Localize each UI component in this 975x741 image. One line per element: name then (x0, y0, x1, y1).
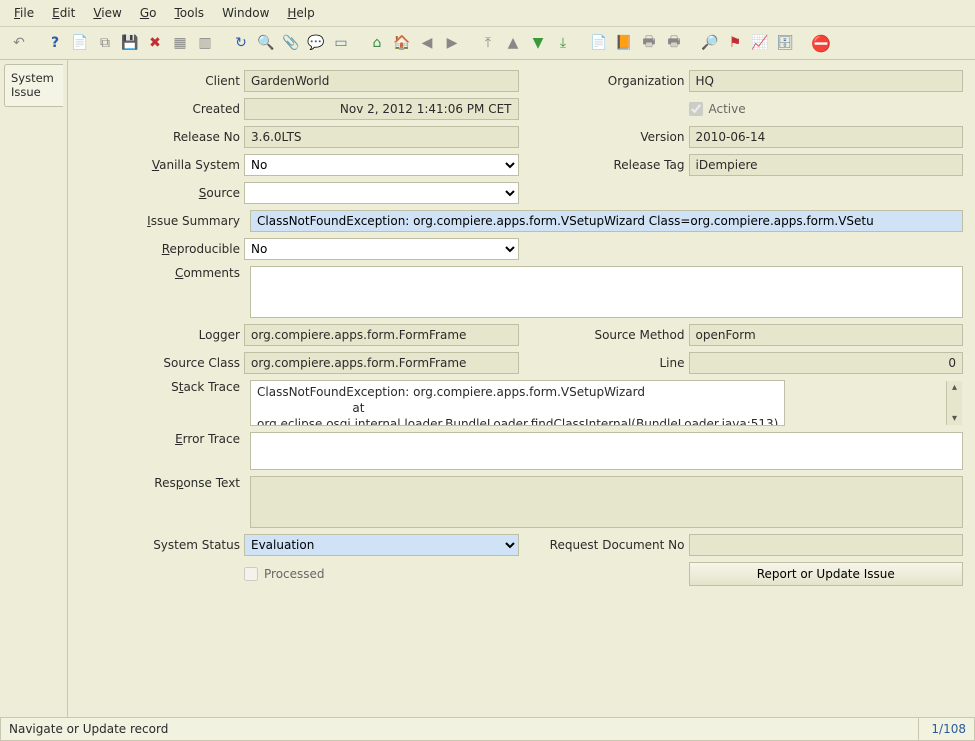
client-field: GardenWorld (244, 70, 519, 92)
label-release-no: Release No (80, 130, 244, 144)
created-field: Nov 2, 2012 1:41:06 PM CET (244, 98, 519, 120)
active-checkbox-input (689, 102, 703, 116)
label-reproducible: Reproducible (80, 242, 244, 256)
report2-icon[interactable]: 📙 (613, 32, 635, 54)
report-icon[interactable]: 📄 (588, 32, 610, 54)
new-icon[interactable]: 📄 (69, 32, 91, 54)
label-source: Source (80, 186, 244, 200)
grid-icon[interactable]: ▦ (169, 32, 191, 54)
label-client: Client (80, 74, 244, 88)
label-processed: Processed (264, 567, 325, 581)
issue-summary-field[interactable] (250, 210, 963, 232)
home-icon[interactable]: 🏠 (391, 32, 413, 54)
find-icon[interactable]: 🔍 (255, 32, 277, 54)
toolbar: ↶ ? 📄 ⧉ 💾 ✖ ▦ ▥ ↻ 🔍 📎 💬 ▭ ⌂ 🏠 ◀ ▶ ⤒ ▲ ▼ … (0, 27, 975, 60)
form-panel: Client GardenWorld Organization HQ Creat… (68, 60, 975, 717)
attach-icon[interactable]: 📎 (280, 32, 302, 54)
statusbar: Navigate or Update record 1/108 (0, 717, 975, 741)
release-tag-field: iDempiere (689, 154, 964, 176)
source-class-field: org.compiere.apps.form.FormFrame (244, 352, 519, 374)
label-stack-trace: Stack Trace (80, 380, 244, 394)
help-icon[interactable]: ? (44, 32, 66, 54)
processed-checkbox-input (244, 567, 258, 581)
source-select[interactable] (244, 182, 519, 204)
chart-icon[interactable]: 📈 (749, 32, 771, 54)
menubar: File Edit View Go Tools Window Help (0, 0, 975, 27)
forward-icon[interactable]: ▶ (441, 32, 463, 54)
workflow-icon[interactable]: ⚑ (724, 32, 746, 54)
logger-field: org.compiere.apps.form.FormFrame (244, 324, 519, 346)
down-icon[interactable]: ▼ (527, 32, 549, 54)
menu-go[interactable]: Go (132, 3, 165, 23)
menu-edit[interactable]: Edit (44, 3, 83, 23)
stack-trace-field[interactable]: ClassNotFoundException: org.compiere.app… (250, 380, 785, 426)
menu-file[interactable]: File (6, 3, 42, 23)
archive-icon[interactable]: 🗄 (774, 32, 796, 54)
label-system-status: System Status (80, 538, 244, 552)
stack-trace-scrollbar[interactable]: ▴▾ (946, 381, 962, 425)
label-issue-summary: Issue Summary (80, 214, 244, 228)
label-comments: Comments (80, 266, 244, 280)
zoom-icon[interactable]: 🔎 (699, 32, 721, 54)
menu-tools[interactable]: Tools (166, 3, 212, 23)
back-icon[interactable]: ◀ (416, 32, 438, 54)
label-created: Created (80, 102, 244, 116)
version-field: 2010-06-14 (689, 126, 964, 148)
undo-icon[interactable]: ↶ (8, 32, 30, 54)
history-icon[interactable]: ⌂ (366, 32, 388, 54)
print-icon[interactable]: 🖶 (638, 32, 660, 54)
status-message: Navigate or Update record (0, 718, 919, 741)
system-status-select[interactable]: Evaluation (244, 534, 519, 556)
label-line: Line (525, 356, 689, 370)
comments-textarea[interactable] (250, 266, 963, 318)
multi-icon[interactable]: ▭ (330, 32, 352, 54)
up-icon[interactable]: ▲ (502, 32, 524, 54)
active-checkbox: Active (689, 102, 746, 116)
request-doc-no-field (689, 534, 964, 556)
label-logger: Logger (80, 328, 244, 342)
label-vanilla-system: Vanilla System (80, 158, 244, 172)
tab-system-issue[interactable]: System Issue (4, 64, 63, 107)
scroll-up-icon[interactable]: ▴ (952, 382, 957, 393)
first-icon[interactable]: ⤒ (477, 32, 499, 54)
vanilla-system-select[interactable]: No (244, 154, 519, 176)
label-organization: Organization (525, 74, 689, 88)
label-release-tag: Release Tag (525, 158, 689, 172)
source-method-field: openForm (689, 324, 964, 346)
menu-help[interactable]: Help (279, 3, 322, 23)
menu-view[interactable]: View (85, 3, 129, 23)
organization-field: HQ (689, 70, 964, 92)
label-version: Version (525, 130, 689, 144)
error-trace-textarea[interactable] (250, 432, 963, 470)
label-active: Active (709, 102, 746, 116)
release-no-field: 3.6.0LTS (244, 126, 519, 148)
refresh-icon[interactable]: ↻ (230, 32, 252, 54)
label-response-text: Response Text (80, 476, 244, 490)
delete-icon[interactable]: ✖ (144, 32, 166, 54)
reproducible-select[interactable]: No (244, 238, 519, 260)
label-source-class: Source Class (80, 356, 244, 370)
report-or-update-button[interactable]: Report or Update Issue (689, 562, 964, 586)
scroll-down-icon[interactable]: ▾ (952, 413, 957, 424)
copy-icon[interactable]: ⧉ (94, 32, 116, 54)
status-position: 1/108 (919, 718, 975, 741)
content-area: System Issue Client GardenWorld Organiza… (0, 60, 975, 717)
menu-window[interactable]: Window (214, 3, 277, 23)
gridmulti-icon[interactable]: ▥ (194, 32, 216, 54)
cancel-icon[interactable]: ⛔ (810, 32, 832, 54)
label-request-doc-no: Request Document No (525, 538, 689, 552)
tabstrip: System Issue (0, 60, 68, 717)
label-error-trace: Error Trace (80, 432, 244, 446)
save-icon[interactable]: 💾 (119, 32, 141, 54)
last-icon[interactable]: ⤓ (552, 32, 574, 54)
chat-icon[interactable]: 💬 (305, 32, 327, 54)
print2-icon[interactable]: 🖶 (663, 32, 685, 54)
processed-checkbox: Processed (244, 567, 325, 581)
label-source-method: Source Method (525, 328, 689, 342)
line-field: 0 (689, 352, 964, 374)
response-text-textarea (250, 476, 963, 528)
